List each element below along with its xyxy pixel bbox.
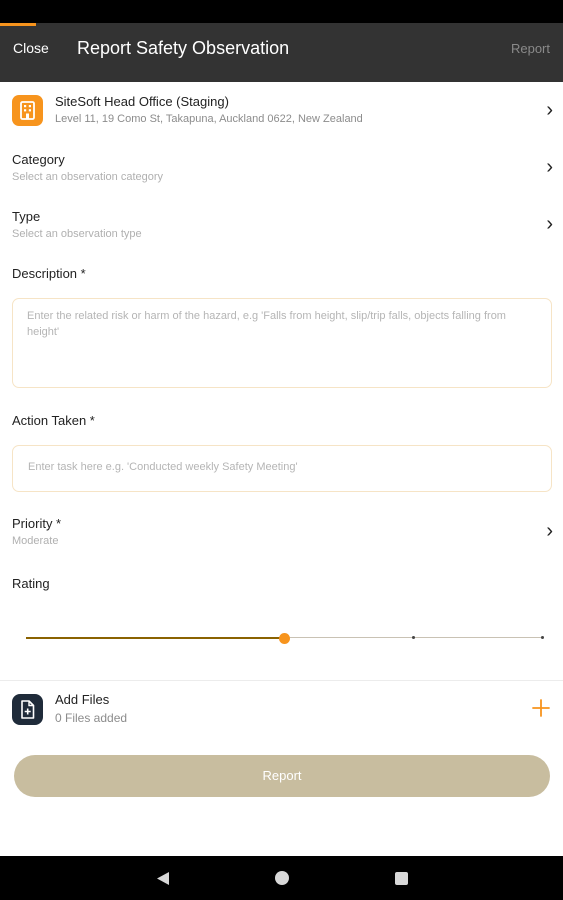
home-icon[interactable] (275, 871, 289, 885)
close-button[interactable]: Close (13, 40, 49, 56)
status-bar (0, 0, 563, 23)
site-address: Level 11, 19 Como St, Takapuna, Auckland… (55, 113, 363, 125)
action-taken-label: Action Taken * (12, 413, 95, 428)
close-indicator (0, 23, 36, 26)
page-title: Report Safety Observation (77, 38, 290, 58)
description-placeholder: Enter the related risk or harm of the ha… (27, 310, 506, 338)
action-taken-placeholder: Enter task here e.g. 'Conducted weekly S… (28, 461, 298, 473)
add-files-row: Add Files 0 Files added (0, 688, 563, 733)
slider-tick (412, 636, 415, 639)
divider (0, 680, 563, 681)
file-icon (12, 694, 43, 725)
slider-thumb[interactable] (279, 633, 290, 644)
category-label: Category (12, 152, 65, 167)
recents-icon[interactable] (395, 872, 408, 885)
category-selector[interactable]: Category Select an observation category … (0, 152, 563, 202)
app-bar: Close Report Safety Observation Report (0, 23, 563, 82)
plus-icon[interactable] (531, 698, 551, 718)
report-header-button[interactable]: Report (511, 41, 550, 56)
slider-tick (541, 636, 544, 639)
chevron-right-icon: › (546, 156, 553, 178)
type-selector[interactable]: Type Select an observation type › (0, 209, 563, 259)
files-count: 0 Files added (55, 711, 128, 725)
site-selector[interactable]: SiteSoft Head Office (Staging) Level 11,… (0, 86, 563, 136)
building-icon (12, 95, 43, 126)
category-placeholder: Select an observation category (12, 171, 164, 183)
priority-label: Priority * (12, 516, 62, 531)
add-files-label: Add Files (55, 692, 110, 707)
chevron-right-icon: › (546, 520, 553, 542)
slider-fill (26, 637, 284, 639)
chevron-right-icon: › (546, 213, 553, 235)
priority-selector[interactable]: Priority * Moderate › (0, 516, 563, 566)
description-label: Description * (12, 266, 86, 281)
navigation-bar (0, 856, 563, 900)
action-taken-field[interactable]: Enter task here e.g. 'Conducted weekly S… (12, 445, 552, 492)
description-field[interactable]: Enter the related risk or harm of the ha… (12, 298, 552, 388)
chevron-right-icon: › (546, 99, 553, 121)
rating-slider[interactable] (26, 628, 544, 648)
type-placeholder: Select an observation type (12, 228, 142, 240)
report-button[interactable]: Report (14, 755, 550, 797)
site-name: SiteSoft Head Office (Staging) (55, 94, 229, 109)
rating-label: Rating (12, 576, 50, 591)
priority-value: Moderate (12, 535, 59, 547)
back-icon[interactable] (156, 871, 170, 886)
type-label: Type (12, 209, 41, 224)
